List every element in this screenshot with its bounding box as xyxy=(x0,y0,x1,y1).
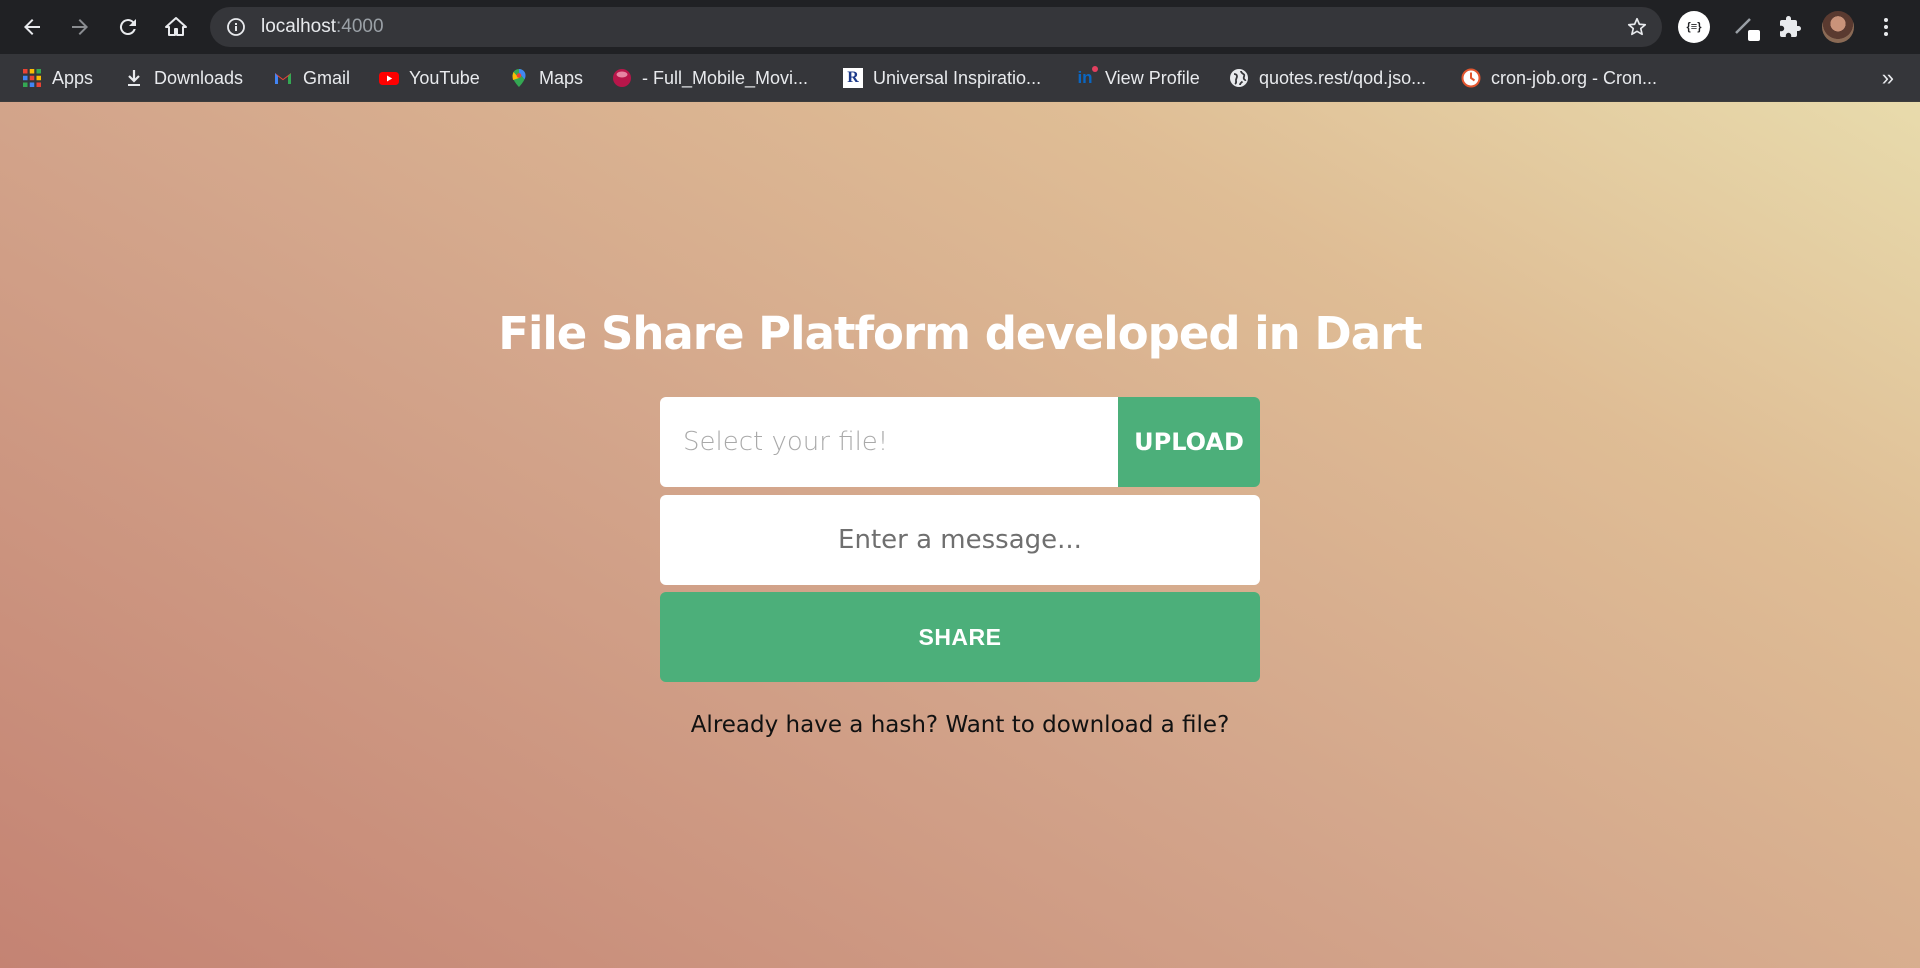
bookmark-apps[interactable]: Apps xyxy=(22,54,93,102)
more-bookmarks-chevron-icon[interactable]: » xyxy=(1882,67,1894,89)
clock-icon xyxy=(1461,68,1481,88)
bookmarks-bar: Apps Downloads Gmail YouTube Maps - Full… xyxy=(0,54,1920,102)
home-button[interactable] xyxy=(158,9,194,45)
page-background: File Share Platform developed in Dart Se… xyxy=(0,102,1920,968)
download-file-link[interactable]: Already have a hash? Want to download a … xyxy=(0,712,1920,738)
reload-icon xyxy=(119,19,136,36)
json-extension-icon: {≡} xyxy=(1678,11,1710,43)
bookmark-view-profile[interactable]: in View Profile xyxy=(1075,54,1200,102)
bookmark-label: cron-job.org - Cron... xyxy=(1491,67,1658,88)
extensions-button[interactable] xyxy=(1774,11,1806,43)
bookmark-label: Universal Inspiratio... xyxy=(873,67,1042,88)
avatar xyxy=(1822,11,1854,43)
bookmark-full-mobile-movie[interactable]: - Full_Mobile_Movi... xyxy=(612,54,808,102)
bookmark-cron-job[interactable]: cron-job.org - Cron... xyxy=(1461,54,1657,102)
puzzle-icon xyxy=(1780,16,1801,37)
bookmark-label: - Full_Mobile_Movi... xyxy=(642,67,809,88)
linkedin-icon: in xyxy=(1075,66,1098,88)
bookmark-youtube[interactable]: YouTube xyxy=(379,54,480,102)
download-icon xyxy=(124,68,144,88)
bookmark-downloads[interactable]: Downloads xyxy=(124,54,243,102)
bookmark-label: Maps xyxy=(539,67,584,88)
globe-icon xyxy=(1229,68,1249,88)
url-text: localhost:4000 xyxy=(261,16,384,37)
page-title: File Share Platform developed in Dart xyxy=(498,307,1423,360)
bookmark-gmail[interactable]: Gmail xyxy=(273,54,350,102)
upload-button[interactable]: UPLOAD xyxy=(1118,397,1260,487)
home-icon xyxy=(165,17,187,36)
bookmark-star-icon[interactable] xyxy=(1626,16,1648,38)
bookmark-maps[interactable]: Maps xyxy=(509,54,583,102)
profile-avatar-button[interactable] xyxy=(1822,11,1854,43)
arrow-right-icon xyxy=(72,19,88,35)
back-button[interactable] xyxy=(14,9,50,45)
arrow-left-icon xyxy=(24,19,40,35)
pen-icon xyxy=(1735,18,1760,41)
json-extension-button[interactable]: {≡} xyxy=(1678,11,1710,43)
file-select-field[interactable]: Select your file! xyxy=(660,397,1118,487)
apps-grid-icon xyxy=(22,68,42,88)
bookmark-quotes-rest[interactable]: quotes.rest/qod.jso... xyxy=(1229,54,1426,102)
maps-pin-icon xyxy=(509,68,529,88)
bookmark-universal-inspiration[interactable]: R Universal Inspiratio... xyxy=(843,54,1041,102)
red-ball-icon xyxy=(612,68,632,88)
pen-extension-button[interactable] xyxy=(1730,11,1762,43)
message-input[interactable] xyxy=(660,495,1260,585)
share-button[interactable]: SHARE xyxy=(660,592,1260,682)
forward-button[interactable] xyxy=(62,9,98,45)
info-icon[interactable] xyxy=(226,17,246,37)
r-logo-icon: R xyxy=(843,68,863,88)
bookmark-label: YouTube xyxy=(409,67,480,88)
menu-button[interactable] xyxy=(1870,11,1902,43)
gmail-icon xyxy=(273,68,293,88)
bookmark-label: Apps xyxy=(52,67,94,88)
bookmark-label: Downloads xyxy=(154,67,244,88)
kebab-menu-icon xyxy=(1884,18,1888,36)
bookmark-label: quotes.rest/qod.jso... xyxy=(1259,67,1427,88)
bookmark-label: Gmail xyxy=(303,67,351,88)
reload-button[interactable] xyxy=(110,9,146,45)
browser-toolbar: localhost:4000 {≡} xyxy=(0,0,1920,54)
address-bar[interactable]: localhost:4000 xyxy=(210,7,1662,47)
youtube-icon xyxy=(379,68,399,88)
bookmark-label: View Profile xyxy=(1105,67,1200,88)
